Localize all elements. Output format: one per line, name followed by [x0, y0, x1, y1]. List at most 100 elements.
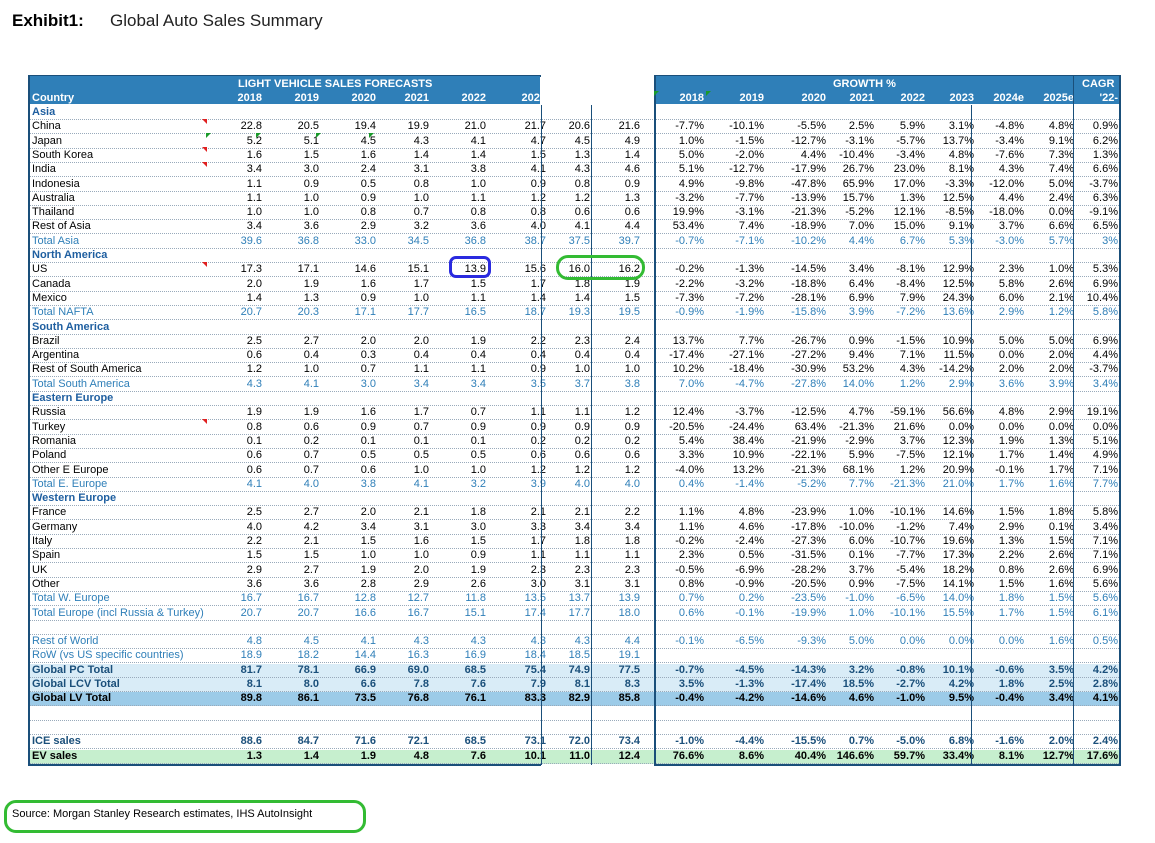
table-row: Japan 5.2 5.1 4.5 4.3 4.1 4.7 4.5 4.9 1.0% -1.5% -1… — [30, 135, 1119, 149]
sales-cell: 77.5 — [618, 663, 640, 676]
cagr-cell: 7.1% — [1092, 463, 1118, 476]
sales-year-header: 2021 — [404, 92, 429, 104]
growth-cell: 40.4% — [794, 749, 826, 762]
table-row: Brazil 2.5 2.7 2.0 2.0 1.9 2.2 2.3 2.4 13.7% 7.7% -… — [30, 335, 1119, 349]
growth-cell: 6.7% — [899, 234, 925, 247]
cagr-cell: 5.1% — [1092, 434, 1118, 447]
cagr-cell: 2.8% — [1092, 678, 1118, 690]
growth-cell: -27.8% — [791, 377, 826, 390]
growth-cell: 1.0% — [848, 606, 874, 619]
sales-cell: 0.9 — [360, 191, 376, 204]
table-row: Total NAFTA 20.7 20.3 17.1 17.7 16.5 18.7 19.3 1… — [30, 306, 1119, 321]
growth-year-header: 2023 — [949, 92, 974, 104]
growth-cell: 2.5% — [1048, 678, 1074, 690]
sales-cell: 4.1 — [530, 163, 546, 176]
sales-cell: 1.0 — [413, 291, 429, 304]
growth-cell: 12.3% — [942, 434, 974, 447]
cagr-cell: 0.9% — [1092, 120, 1118, 133]
table-row: EV sales 1.3 1.4 1.9 4.8 7.6 10.1 11.0 12.4 76.6%… — [30, 749, 1119, 764]
growth-cell: 4.6% — [848, 692, 874, 705]
sales-cell: 2.4 — [360, 163, 376, 176]
sales-cell: 3.4 — [246, 220, 262, 233]
row-label: Poland — [32, 449, 67, 462]
sales-cell: 2.9 — [413, 577, 429, 590]
sales-cell: 1.0 — [470, 177, 486, 190]
sales-cell: 1.6 — [360, 148, 376, 161]
growth-cell: -7.7% — [675, 120, 704, 133]
growth-cell: 65.9% — [842, 177, 874, 190]
growth-cell: -9.3% — [797, 635, 826, 648]
cagr-cell: 6.3% — [1092, 191, 1118, 204]
sales-cell: 0.5 — [360, 177, 376, 190]
sales-cell: 18.9 — [240, 649, 262, 662]
sales-cell: 0.9 — [470, 549, 486, 562]
sales-cell: 2.3 — [574, 334, 590, 347]
sales-cell: 17.1 — [297, 263, 319, 276]
growth-cell: -1.5% — [735, 134, 764, 147]
growth-cell: 0.6% — [678, 606, 704, 619]
growth-cell: -0.1% — [995, 463, 1024, 476]
growth-cell: -3.2% — [735, 277, 764, 290]
sales-cell: 4.6 — [624, 163, 640, 176]
growth-cell: -1.5% — [896, 334, 925, 347]
sales-cell: 2.5 — [246, 334, 262, 347]
growth-cell: -10.1% — [729, 120, 764, 133]
growth-cell: -26.7% — [791, 334, 826, 347]
sales-cell: 1.1 — [470, 191, 486, 204]
table-row: Global PC Total 81.7 78.1 66.9 69.0 68.5 75.4 7… — [30, 663, 1119, 678]
growth-cell: 0.0% — [899, 635, 925, 648]
growth-year-header: 2020 — [801, 92, 826, 104]
row-label: Russia — [32, 406, 66, 419]
growth-cell: -17.4% — [791, 678, 826, 690]
row-label: UK — [32, 563, 48, 576]
sales-cell: 11.8 — [465, 592, 486, 605]
growth-cell: 4.2% — [948, 678, 974, 690]
growth-cell: -2.4% — [735, 535, 764, 547]
growth-cell: 2.3% — [998, 263, 1024, 276]
growth-cell: 4.7% — [848, 406, 874, 419]
row-label: Total South America — [32, 377, 130, 390]
growth-cell: 2.6% — [1048, 277, 1074, 290]
growth-cell: 13.7% — [942, 134, 974, 147]
cagr-cell: 5.3% — [1092, 263, 1118, 276]
growth-cell: -3.3% — [945, 177, 974, 190]
sales-cell: 0.5 — [360, 449, 376, 462]
sales-cell: 2.7 — [303, 506, 319, 519]
sales-cell: 1.8 — [470, 506, 486, 519]
growth-cell: 4.4% — [998, 191, 1024, 204]
sales-cell: 0.1 — [360, 434, 376, 447]
growth-cell: -3.4% — [896, 148, 925, 161]
growth-cell: 0.2% — [738, 592, 764, 605]
growth-cell: -6.5% — [896, 592, 925, 605]
sales-cell: 75.4 — [524, 663, 546, 676]
table-row: Australia 1.1 1.0 0.9 1.0 1.1 1.2 1.2 1.3 -3.2% -7… — [30, 192, 1119, 206]
growth-cell: -18.0% — [989, 206, 1024, 219]
sales-cell: 1.0 — [360, 549, 376, 562]
growth-cell: 7.4% — [948, 520, 974, 533]
growth-cell: 12.1% — [893, 206, 925, 219]
sales-cell: 21.0 — [464, 120, 486, 133]
growth-cell: -10.4% — [839, 148, 874, 161]
sales-cell: 76.8 — [407, 692, 429, 705]
growth-cell: 0.0% — [948, 635, 974, 648]
growth-cell: 3.7% — [998, 220, 1024, 233]
growth-cell: -0.4% — [675, 692, 704, 705]
growth-cell: -10.2% — [791, 234, 826, 247]
growth-cell: 7.0% — [848, 220, 874, 233]
sales-cell: 16.3 — [407, 649, 429, 662]
growth-cell: -47.8% — [791, 177, 826, 190]
growth-cell: 7.7% — [738, 334, 764, 347]
sales-cell: 12.7 — [407, 592, 429, 605]
sales-cell: 15.1 — [464, 606, 486, 619]
growth-cell: 7.0% — [678, 377, 704, 390]
cagr-cell: 6.1% — [1092, 606, 1118, 619]
sales-cell: 1.9 — [470, 334, 486, 347]
table-row: South Korea 1.6 1.5 1.6 1.4 1.4 1.5 1.3 1.4 5.0% -… — [30, 149, 1119, 163]
growth-cell: 53.2% — [842, 363, 874, 376]
growth-cell: 4.9% — [678, 177, 704, 190]
sales-cell: 0.9 — [624, 420, 640, 433]
growth-cell: 5.9% — [848, 449, 874, 462]
growth-cell: -3.7% — [735, 406, 764, 419]
comment-marker — [654, 91, 659, 96]
growth-cell: -7.7% — [896, 549, 925, 562]
